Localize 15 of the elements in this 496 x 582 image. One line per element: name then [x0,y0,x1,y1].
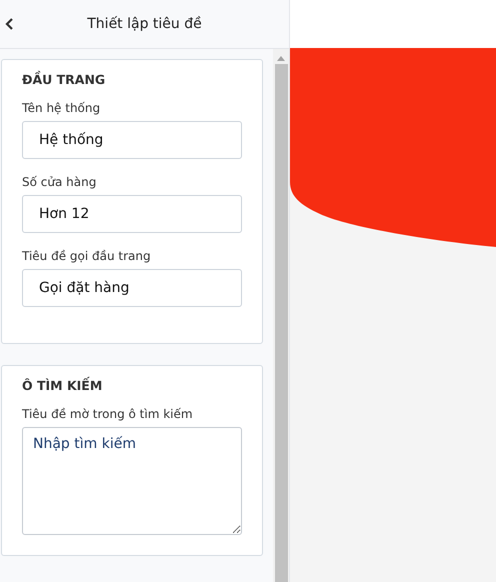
input-field[interactable]: Hệ thống [22,121,242,159]
scroll-up-icon[interactable] [277,56,285,61]
field-label: Tên hệ thống [22,101,102,115]
input-field[interactable]: Hơn 12 [22,195,242,233]
input-field[interactable]: Gọi đặt hàng [22,269,242,307]
text-area[interactable]: Nhập tìm kiếm [22,427,242,535]
scrollbar-thumb[interactable] [274,64,288,582]
section-title: ĐẦU TRANG [22,72,106,87]
field-label: Tiêu đề gọi đầu trang [22,249,152,263]
section-title: Ô TÌM KIẾM [22,378,104,393]
field-label: Số cửa hàng [22,175,98,189]
page-title: Thiết lập tiêu đề [87,16,202,32]
field-label: Tiêu đề mờ trong ô tìm kiếm [22,407,194,421]
scrollbar[interactable] [273,49,289,582]
chevron-left-icon [5,17,15,31]
